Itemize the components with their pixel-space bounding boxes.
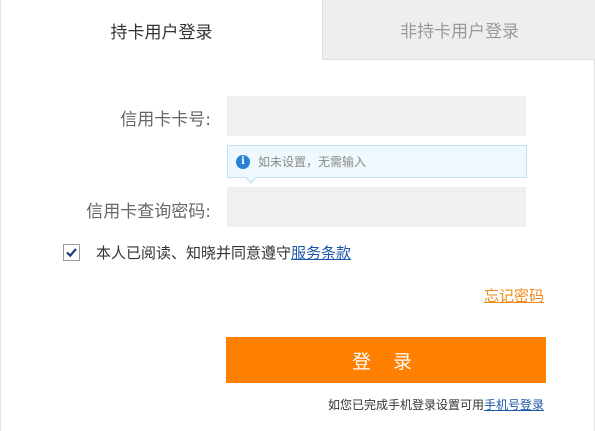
login-panel: 持卡用户登录 非持卡用户登录 信用卡卡号: i 如未设置，无需输入 信用卡查询密…	[0, 0, 595, 431]
tooltip-text: 如未设置，无需输入	[258, 155, 367, 169]
tab-label: 非持卡用户登录	[400, 22, 519, 42]
card-number-label: 信用卡卡号:	[120, 110, 211, 130]
agreement-checkbox[interactable]	[63, 244, 80, 261]
query-password-input[interactable]	[227, 187, 526, 227]
password-tooltip: i 如未设置，无需输入	[227, 145, 527, 184]
agreement-text: 本人已阅读、知晓并同意遵守	[96, 244, 292, 262]
card-number-input[interactable]	[227, 96, 526, 136]
tab-label: 持卡用户登录	[110, 22, 213, 43]
info-icon: i	[236, 154, 250, 169]
query-password-label: 信用卡查询密码:	[86, 202, 211, 222]
phone-login-note: 如您已完成手机登录设置可用手机号登录	[328, 396, 544, 413]
forgot-password-link[interactable]: 忘记密码	[484, 285, 544, 306]
login-button[interactable]: 登 录	[226, 337, 546, 383]
terms-link[interactable]: 服务条款	[291, 242, 351, 263]
tooltip-arrow	[245, 176, 257, 184]
tab-non-cardholder-login[interactable]: 非持卡用户登录	[322, 0, 595, 60]
phone-note-text: 如您已完成手机登录设置可用	[327, 398, 484, 412]
agreement-row: 本人已阅读、知晓并同意遵守 服务条款	[63, 242, 351, 263]
tab-cardholder-login[interactable]: 持卡用户登录	[1, 0, 322, 60]
checkmark-icon	[66, 248, 77, 258]
phone-login-link[interactable]: 手机号登录	[484, 398, 544, 412]
